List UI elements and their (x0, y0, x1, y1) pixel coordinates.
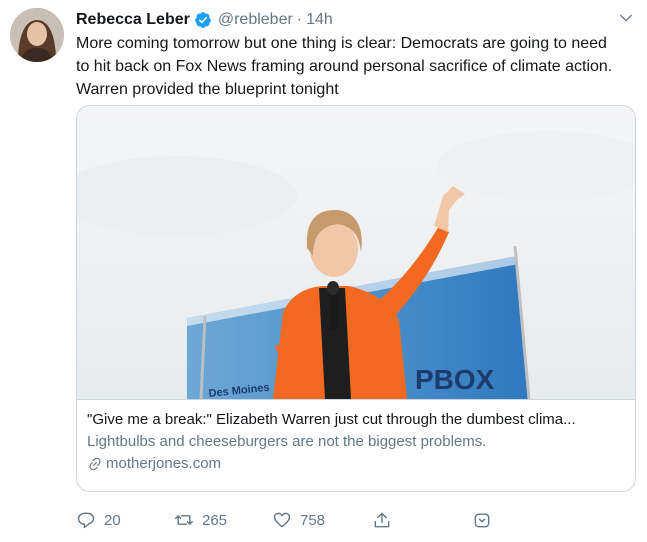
link-icon (87, 456, 103, 472)
like-count: 758 (300, 511, 326, 529)
tweet-text-line: More coming tomorrow but one thing is cl… (76, 35, 607, 52)
bookmark-icon (472, 510, 492, 530)
heart-icon (272, 510, 292, 530)
retweet-button[interactable]: 265 (174, 508, 227, 532)
tweet-actions: 20 265 758 (76, 508, 636, 532)
tweet[interactable]: Rebecca Leber @rebleber · 14h More comin… (0, 0, 647, 542)
card-description: Lightbulbs and cheeseburgers are not the… (87, 433, 487, 450)
timestamp[interactable]: 14h (306, 11, 333, 29)
link-card[interactable]: Des Moines PBOX "Give me a break:" Eliza… (76, 105, 636, 492)
avatar[interactable] (10, 8, 64, 62)
author-handle[interactable]: @rebleber (218, 11, 293, 29)
reply-count: 20 (104, 511, 121, 529)
tweet-text-line: to hit back on Fox News framing around p… (76, 58, 613, 75)
card-meta: "Give me a break:" Elizabeth Warren just… (77, 399, 635, 491)
share-button[interactable] (372, 508, 392, 532)
share-icon (372, 510, 392, 530)
card-title[interactable]: "Give me a break:" Elizabeth Warren just… (87, 410, 625, 430)
reply-icon (76, 510, 96, 530)
retweet-count: 265 (202, 511, 228, 529)
banner-text-right: PBOX (415, 364, 495, 395)
reply-button[interactable]: 20 (76, 508, 121, 532)
bookmark-button[interactable] (472, 508, 492, 532)
verified-badge-icon (194, 11, 212, 29)
like-button[interactable]: 758 (272, 508, 325, 532)
card-domain[interactable]: motherjones.com (87, 454, 625, 474)
separator-dot: · (296, 11, 303, 28)
card-image[interactable]: Des Moines PBOX (77, 106, 635, 399)
author-name[interactable]: Rebecca Leber (76, 11, 190, 29)
tweet-text: More coming tomorrow but one thing is cl… (76, 32, 638, 101)
retweet-icon (174, 510, 194, 530)
tweet-header: Rebecca Leber @rebleber · 14h (76, 9, 333, 31)
chevron-down-icon[interactable] (618, 10, 634, 26)
tweet-text-line: Warren provided the blueprint tonight (76, 81, 339, 98)
card-domain-text: motherjones.com (106, 455, 222, 472)
